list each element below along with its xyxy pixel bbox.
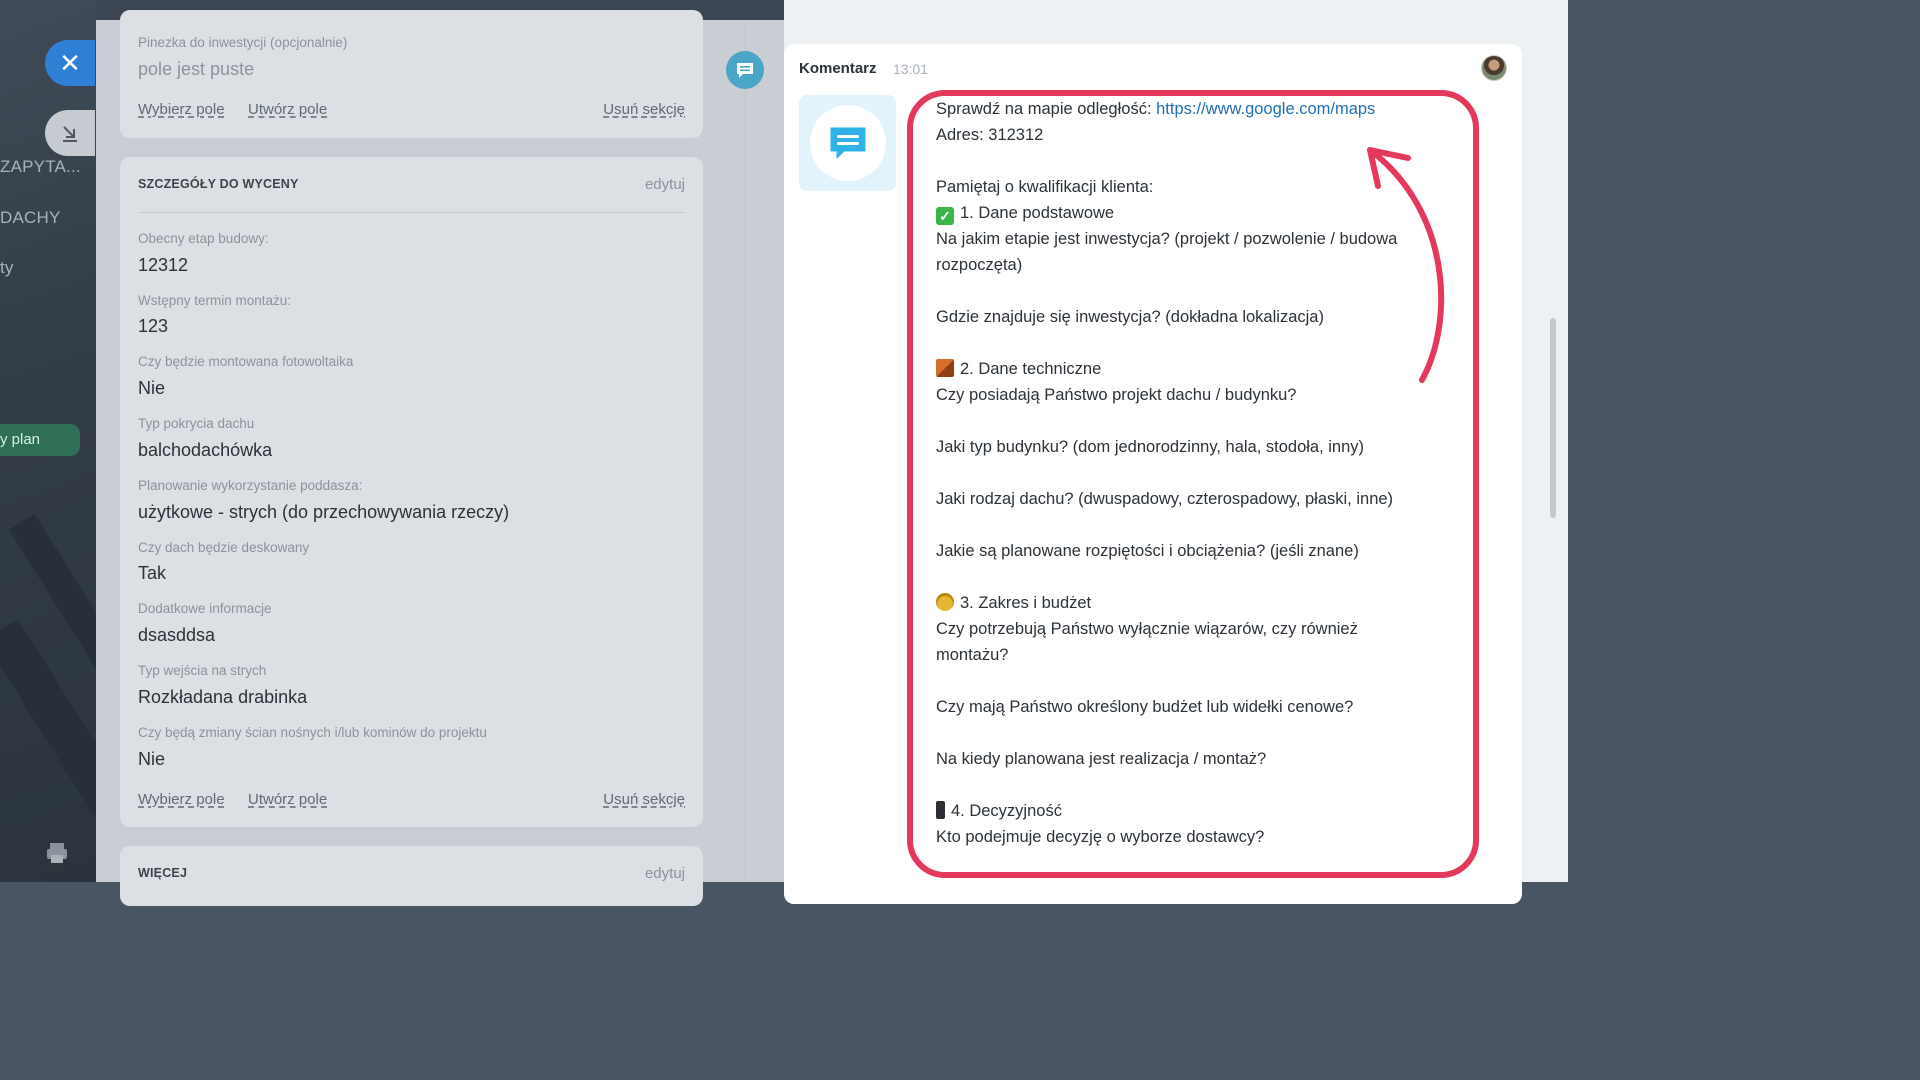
field-label: Obecny etap budowy: bbox=[138, 231, 269, 246]
comment-line: Czy potrzebują Państwo wyłącznie wiązaró… bbox=[936, 620, 1358, 664]
chat-bubble-icon bbox=[830, 127, 865, 159]
check-mark-icon: ✓ bbox=[936, 207, 954, 225]
comment-line: Jakie są planowane rozpiętości i obciąże… bbox=[936, 542, 1359, 560]
more-section-card: WIĘCEJ edytuj bbox=[120, 846, 703, 906]
comment-line: ✓ 1. Dane podstawowe bbox=[936, 200, 1426, 226]
field-label: Czy będą zmiany ścian nośnych i/lub komi… bbox=[138, 725, 487, 740]
close-icon: ✕ bbox=[59, 47, 81, 78]
timeline-line bbox=[745, 20, 746, 882]
close-button[interactable]: ✕ bbox=[45, 40, 95, 86]
field-label: Typ wejścia na strych bbox=[138, 663, 267, 678]
printer-icon[interactable] bbox=[44, 840, 70, 866]
comment-line: Pamiętaj o kwalifikacji klienta: bbox=[936, 178, 1154, 196]
comment-line: 2. Dane techniczne bbox=[936, 356, 1426, 382]
timeline-comment-marker[interactable] bbox=[726, 51, 764, 89]
comment-type-icon-box bbox=[799, 95, 896, 191]
timeline-panel: Komentarz 13:01 Sprawdź na mapie odległo… bbox=[784, 20, 1568, 904]
field-value[interactable]: użytkowe - strych (do przechowywania rze… bbox=[138, 502, 509, 523]
top-bar-right bbox=[784, 0, 1568, 20]
field-value[interactable]: pole jest puste bbox=[138, 59, 254, 80]
google-maps-link[interactable]: https://www.google.com/maps bbox=[1156, 100, 1375, 118]
plan-badge[interactable]: y plan bbox=[0, 424, 80, 456]
chat-bubble-icon bbox=[737, 63, 753, 78]
edit-section-link[interactable]: edytuj bbox=[645, 176, 685, 193]
comment-line: 4. Decyzyjność bbox=[936, 798, 1426, 824]
field-label: Czy będzie montowana fotowoltaika bbox=[138, 354, 354, 369]
create-field-link[interactable]: Utwórz pole bbox=[248, 101, 327, 118]
comment-line: Jaki rodzaj dachu? (dwuspadowy, czterosp… bbox=[936, 490, 1394, 508]
section-title: WIĘCEJ bbox=[138, 866, 188, 880]
nav-item-ty[interactable]: ty bbox=[0, 258, 14, 278]
comment-text: Sprawdź na mapie odległość: bbox=[936, 100, 1157, 118]
field-label: Czy dach będzie deskowany bbox=[138, 540, 310, 555]
details-section-card: SZCZEGÓŁY DO WYCENY edytuj Obecny etap b… bbox=[120, 157, 703, 827]
comment-line: 3. Zakres i budżet bbox=[936, 590, 1426, 616]
field-value[interactable]: 123 bbox=[138, 316, 168, 337]
select-field-link[interactable]: Wybierz pole bbox=[138, 101, 225, 118]
field-label: Typ pokrycia dachu bbox=[138, 416, 255, 431]
field-value[interactable]: dsasddsa bbox=[138, 625, 215, 646]
select-field-link[interactable]: Wybierz pole bbox=[138, 791, 225, 808]
field-label: Wstępny termin montażu: bbox=[138, 293, 292, 308]
comment-body: Sprawdź na mapie odległość: https://www.… bbox=[936, 96, 1426, 850]
comment-line: Czy posiadają Państwo projekt dachu / bu… bbox=[936, 386, 1297, 404]
field-value[interactable]: Nie bbox=[138, 378, 165, 399]
comment-text: 4. Decyzyjność bbox=[951, 802, 1062, 820]
comment-line: Czy mają Państwo określony budżet lub wi… bbox=[936, 698, 1354, 716]
field-value[interactable]: Nie bbox=[138, 749, 165, 770]
mobile-phone-icon bbox=[936, 801, 945, 819]
comment-line: Jaki typ budynku? (dom jednorodzinny, ha… bbox=[936, 438, 1365, 456]
field-value[interactable]: Rozkładana drabinka bbox=[138, 687, 307, 708]
money-bag-icon bbox=[936, 593, 954, 611]
scrollbar[interactable] bbox=[1550, 318, 1556, 518]
comment-line: Kto podejmuje decyzję o wyborze dostawcy… bbox=[936, 828, 1265, 846]
minimize-button[interactable] bbox=[45, 110, 95, 156]
comment-line: Gdzie znajduje się inwestycja? (dokładna… bbox=[936, 308, 1324, 326]
comment-time: 13:01 bbox=[893, 61, 929, 77]
edit-section-link[interactable]: edytuj bbox=[645, 865, 685, 882]
nav-item-zapytania[interactable]: ZAPYTA... bbox=[0, 157, 81, 177]
comment-card: Komentarz 13:01 Sprawdź na mapie odległo… bbox=[784, 44, 1522, 904]
background-beam bbox=[0, 619, 96, 861]
section-title: SZCZEGÓŁY DO WYCENY bbox=[138, 177, 299, 191]
brick-icon bbox=[936, 359, 954, 377]
field-value[interactable]: Tak bbox=[138, 563, 166, 584]
create-field-link[interactable]: Utwórz pole bbox=[248, 791, 327, 808]
field-label: Planowanie wykorzystanie poddasza: bbox=[138, 478, 363, 493]
comment-text: 2. Dane techniczne bbox=[960, 360, 1102, 378]
field-value[interactable]: balchodachówka bbox=[138, 440, 272, 461]
comment-title: Komentarz bbox=[799, 60, 877, 77]
minimize-icon bbox=[63, 126, 77, 142]
comment-text: 1. Dane podstawowe bbox=[960, 204, 1115, 222]
comment-line: Na kiedy planowana jest realizacja / mon… bbox=[936, 750, 1267, 768]
comment-line: Adres: 312312 bbox=[936, 126, 1044, 144]
avatar[interactable] bbox=[1481, 55, 1507, 81]
comment-text: 3. Zakres i budżet bbox=[960, 594, 1092, 612]
deal-form-panel: Pinezka do inwestycji (opcjonalnie) pole… bbox=[96, 10, 784, 906]
comment-line: Na jakim etapie jest inwestycja? (projek… bbox=[936, 230, 1398, 274]
field-label: Pinezka do inwestycji (opcjonalnie) bbox=[138, 35, 348, 50]
comment-line: Sprawdź na mapie odległość: https://www.… bbox=[936, 96, 1426, 122]
field-label: Dodatkowe informacje bbox=[138, 601, 272, 616]
pin-section-card: Pinezka do inwestycji (opcjonalnie) pole… bbox=[120, 10, 703, 138]
delete-section-link[interactable]: Usuń sekcję bbox=[603, 101, 685, 118]
divider bbox=[138, 212, 685, 213]
field-value[interactable]: 12312 bbox=[138, 255, 188, 276]
delete-section-link[interactable]: Usuń sekcję bbox=[603, 791, 685, 808]
nav-item-dachy[interactable]: DACHY bbox=[0, 208, 61, 228]
